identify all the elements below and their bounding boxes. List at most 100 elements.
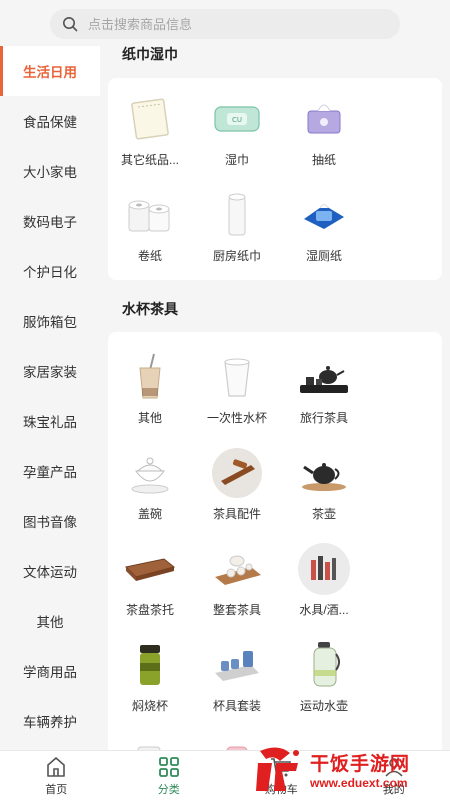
sidebar-item-baby[interactable]: 孕童产品 bbox=[0, 446, 100, 496]
search-icon bbox=[63, 17, 78, 32]
kitchen-roll-icon bbox=[228, 193, 246, 236]
grid-item-label: 一次性水杯 bbox=[206, 411, 267, 425]
sidebar-item-label: 车辆养护 bbox=[23, 715, 77, 730]
grid-item[interactable]: 旅行茶具 bbox=[282, 350, 366, 426]
watermark: 干饭手游网 www.eduext.com bbox=[250, 738, 450, 800]
sidebar-item-food-health[interactable]: 食品保健 bbox=[0, 96, 100, 146]
section-card-tissues: 其它纸品... CU 湿巾 抽纸 卷纸 厨房纸巾 湿厕纸 bbox=[108, 78, 442, 280]
sidebar-item-label: 服饰箱包 bbox=[23, 315, 77, 330]
category-sidebar: 生活日用 食品保健 大小家电 数码电子 个护日化 服饰箱包 家居家装 珠宝礼品 … bbox=[0, 46, 100, 750]
sidebar-item-label: 其他 bbox=[36, 615, 64, 630]
svg-text:CU: CU bbox=[232, 116, 242, 124]
sidebar-item-books[interactable]: 图书音像 bbox=[0, 496, 100, 546]
grid-item[interactable]: 湿厕纸 bbox=[282, 188, 366, 264]
sports-bottle-icon bbox=[313, 642, 340, 687]
lidded-bowl-icon bbox=[131, 457, 169, 494]
toilet-roll-icon bbox=[128, 200, 170, 232]
grid-item-label: 旅行茶具 bbox=[299, 411, 348, 425]
wet-wipes-icon: CU bbox=[214, 106, 260, 132]
sidebar-item-home[interactable]: 家居家装 bbox=[0, 346, 100, 396]
watermark-url: www.eduext.com bbox=[310, 775, 408, 790]
sidebar-item-office[interactable]: 学商用品 bbox=[0, 646, 100, 696]
tab-category[interactable]: 分类 bbox=[113, 751, 226, 800]
grid-item[interactable]: 茶壶 bbox=[282, 446, 366, 522]
grid-item[interactable]: CU 湿巾 bbox=[195, 92, 279, 168]
tab-label: 分类 bbox=[157, 783, 180, 796]
watermark-logo-icon bbox=[256, 747, 299, 791]
tab-label: 首页 bbox=[45, 783, 68, 796]
milk-tea-icon bbox=[139, 353, 161, 399]
tea-tray-icon bbox=[124, 558, 176, 581]
sidebar-item-apparel[interactable]: 服饰箱包 bbox=[0, 296, 100, 346]
sidebar-item-label: 学商用品 bbox=[23, 665, 77, 680]
sidebar-item-label: 家居家装 bbox=[23, 365, 77, 380]
grid-item-label: 抽纸 bbox=[311, 153, 336, 167]
teapot-icon bbox=[302, 463, 346, 491]
category-content: 纸巾湿巾 其它纸品... CU 湿巾 抽纸 卷纸 厨房纸巾 湿厕纸 水杯茶具 其… bbox=[100, 46, 450, 750]
full-tea-set-icon bbox=[215, 555, 261, 585]
grid-item[interactable]: 一次性水杯 bbox=[195, 350, 279, 426]
search-bar[interactable] bbox=[50, 9, 400, 39]
sidebar-item-sports[interactable]: 文体运动 bbox=[0, 546, 100, 596]
grid-item[interactable]: 厨房纸巾 bbox=[195, 188, 279, 264]
drinkware-icon bbox=[298, 543, 350, 595]
grid-item[interactable]: 其它纸品... bbox=[108, 92, 192, 168]
grid-item-label: 湿巾 bbox=[224, 153, 249, 167]
grid-item-label: 焖烧杯 bbox=[131, 699, 168, 713]
sidebar-item-personal-care[interactable]: 个护日化 bbox=[0, 246, 100, 296]
sidebar-item-car-care[interactable]: 车辆养护 bbox=[0, 696, 100, 746]
grid-item-label: 湿厕纸 bbox=[305, 249, 342, 263]
sidebar-item-other[interactable]: 其他 bbox=[0, 596, 100, 646]
sidebar-item-daily-use[interactable]: 生活日用 bbox=[0, 46, 100, 96]
grid-item[interactable]: 运动水壶 bbox=[282, 638, 366, 714]
grid-item[interactable]: 水具/酒... bbox=[282, 542, 366, 618]
grid-item[interactable]: 其他 bbox=[108, 350, 192, 426]
grid-item[interactable]: 抽纸 bbox=[282, 92, 366, 168]
paper-cup-icon bbox=[224, 358, 250, 397]
grid-item-label: 整套茶具 bbox=[212, 603, 261, 617]
grid-item-label: 茶具配件 bbox=[212, 507, 261, 521]
sidebar-item-appliances[interactable]: 大小家电 bbox=[0, 146, 100, 196]
grid-item[interactable]: 卷纸 bbox=[108, 188, 192, 264]
watermark-title: 干饭手游网 bbox=[310, 753, 411, 775]
grid-item-label: 盖碗 bbox=[137, 507, 162, 521]
tissue-box-icon bbox=[307, 104, 341, 134]
sidebar-item-label: 大小家电 bbox=[23, 165, 77, 180]
grid-item-label: 其它纸品... bbox=[120, 153, 179, 167]
grid-item-label: 茶盘茶托 bbox=[125, 603, 174, 617]
grid-item[interactable]: 整套茶具 bbox=[195, 542, 279, 618]
section-title: 纸巾湿巾 bbox=[122, 46, 178, 62]
home-icon bbox=[47, 756, 66, 777]
grid-item-label: 水具/酒... bbox=[299, 603, 349, 617]
grid-item-label: 卷纸 bbox=[137, 249, 162, 263]
search-input[interactable] bbox=[88, 16, 368, 32]
grid-item[interactable]: 焖烧杯 bbox=[108, 638, 192, 714]
section-card-drinkware: 其他 一次性水杯 旅行茶具 盖碗 茶具配件 茶壶 茶盘茶托 整套茶具 水具/酒.… bbox=[108, 332, 442, 750]
grid-item[interactable] bbox=[108, 734, 192, 750]
grid-item[interactable]: 茶具配件 bbox=[195, 446, 279, 522]
tab-home[interactable]: 首页 bbox=[0, 751, 113, 800]
grid-item[interactable]: 杯具套装 bbox=[195, 638, 279, 714]
travel-tea-set-icon bbox=[300, 366, 348, 393]
grid-item-label: 茶壶 bbox=[311, 507, 336, 521]
category-icon bbox=[158, 756, 179, 777]
grid-item[interactable]: 茶盘茶托 bbox=[108, 542, 192, 618]
sidebar-item-label: 生活日用 bbox=[23, 65, 77, 80]
sidebar-item-digital[interactable]: 数码电子 bbox=[0, 196, 100, 246]
grid-item[interactable]: 盖碗 bbox=[108, 446, 192, 522]
thermos-cup-icon bbox=[140, 645, 160, 685]
sidebar-item-label: 食品保健 bbox=[23, 115, 77, 130]
sidebar-item-jewelry[interactable]: 珠宝礼品 bbox=[0, 396, 100, 446]
sidebar-item-label: 图书音像 bbox=[23, 515, 77, 530]
top-bar bbox=[0, 0, 450, 46]
sidebar-item-label: 个护日化 bbox=[23, 265, 77, 280]
grid-item-label: 运动水壶 bbox=[299, 699, 348, 713]
sidebar-item-label: 孕童产品 bbox=[23, 465, 77, 480]
grid-item-label: 杯具套装 bbox=[212, 699, 261, 713]
sidebar-item-label: 文体运动 bbox=[23, 565, 77, 580]
cup-set-icon bbox=[215, 651, 259, 681]
grid-item-label: 厨房纸巾 bbox=[212, 249, 261, 263]
toilet-wipes-icon bbox=[304, 204, 344, 229]
grid-item-label: 其他 bbox=[137, 411, 162, 425]
mug-icon bbox=[137, 746, 161, 750]
